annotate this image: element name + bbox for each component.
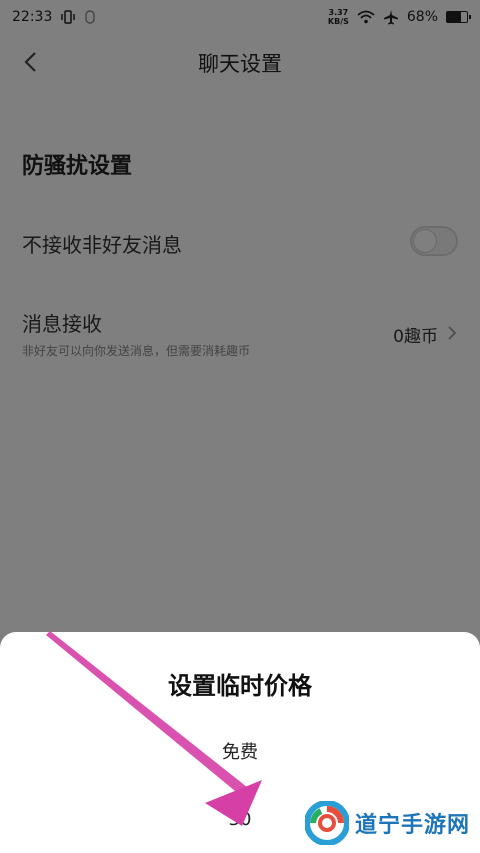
price-bottom-sheet: 设置临时价格 免费 30 道宁手游网 [0, 632, 480, 853]
watermark-logo-icon [304, 801, 349, 845]
watermark: 道宁手游网 [304, 801, 470, 845]
watermark-text: 道宁手游网 [354, 813, 470, 838]
price-option-free[interactable]: 免费 [0, 738, 480, 764]
sheet-title: 设置临时价格 [168, 672, 312, 700]
